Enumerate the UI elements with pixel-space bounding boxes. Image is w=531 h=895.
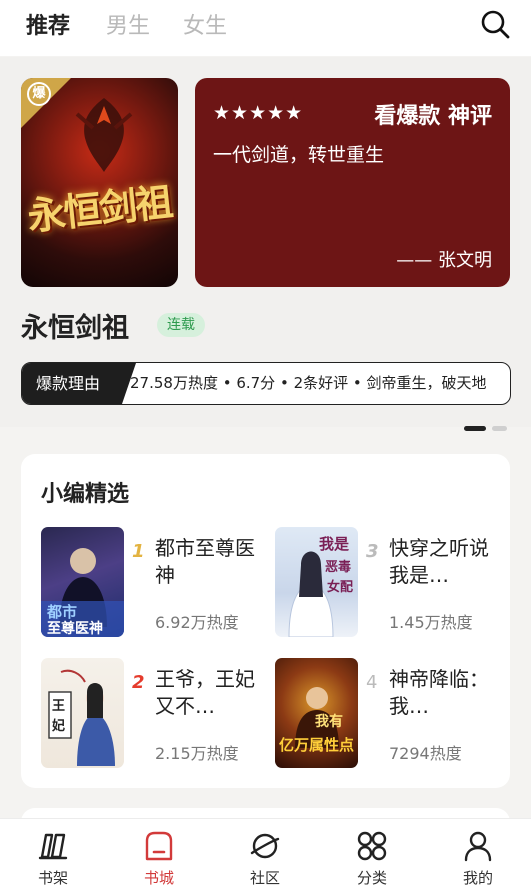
svg-text:恶毒: 恶毒 [325,559,351,575]
nav-community[interactable]: 社区 [230,829,300,888]
reason-label: 爆款理由 [22,363,136,404]
list-item[interactable]: 我有 亿万属性点 4 神帝降临：我… 7294热度 [275,658,495,770]
list-item[interactable]: 王 妃 2 王爷，王妃又不… 2.15万热度 [41,658,261,770]
pick-title: 快穿之听说我是… [389,536,489,587]
pick-heat: 7294热度 [389,744,462,763]
bottom-nav: 书架 书城 社区 分类 我的 [0,818,531,895]
nav-bookshelf[interactable]: 书架 [18,829,88,888]
pick-heat: 6.92万热度 [155,613,239,632]
reason-text: 27.58万热度 • 6.7分 • 2条好评 • 剑帝重生，破天地 [130,374,487,392]
svg-text:亿万属性点: 亿万属性点 [279,736,354,754]
tab-male[interactable]: 男生 [106,8,150,40]
hot-reason-bar[interactable]: 爆款理由 27.58万热度 • 6.7分 • 2条好评 • 剑帝重生，破天地 [21,362,511,405]
section-title: 小编精选 [41,482,130,507]
profile-icon [464,831,492,862]
svg-text:我是: 我是 [319,535,350,553]
review-author: —— 张文明 [396,250,492,271]
community-planet-icon [250,833,280,859]
tab-recommend[interactable]: 推荐 [26,8,70,40]
pick-title: 都市至尊医神 [155,536,255,587]
editor-picks-card: 小编精选 都市 至尊医神 1 都市至尊医神 6.92万热度 我是 恶毒 女配 3… [21,454,510,788]
book-cover: 我有 亿万属性点 [275,658,358,768]
review-quote: 一代剑道，转世重生 [213,144,385,166]
category-grid-icon [357,831,387,861]
rank-number: 1 [132,541,145,562]
carousel-dot [492,426,507,431]
review-card-title: 看爆款 神评 [374,104,492,129]
status-badge: 连载 [157,313,205,337]
pick-title: 神帝降临：我… [389,667,489,718]
tab-female[interactable]: 女生 [183,8,227,40]
svg-text:都市: 都市 [46,603,77,621]
pick-title: 王爷，王妃又不… [155,667,255,718]
cover-title-art: 永恒剑祖 [25,179,174,239]
book-cover: 都市 至尊医神 [41,527,124,637]
dragon-art-icon [75,98,133,172]
list-item[interactable]: 都市 至尊医神 1 都市至尊医神 6.92万热度 [41,527,261,639]
featured-book-title[interactable]: 永恒剑祖 [21,306,129,345]
search-icon[interactable] [479,8,511,40]
nav-profile[interactable]: 我的 [443,829,513,888]
bookstore-icon [145,831,173,861]
list-item[interactable]: 我是 恶毒 女配 3 快穿之听说我是… 1.45万热度 [275,527,495,639]
hot-badge: 爆 [27,82,51,106]
book-cover: 我是 恶毒 女配 [275,527,358,637]
nav-bookstore[interactable]: 书城 [124,829,194,888]
book-cover: 王 妃 [41,658,124,768]
rank-number: 4 [366,672,378,693]
carousel-dot-active [464,426,486,431]
svg-text:妃: 妃 [52,718,65,734]
nav-label: 分类 [356,869,387,887]
hot-review-card[interactable]: ★★★★★ 看爆款 神评 一代剑道，转世重生 —— 张文明 [195,78,510,287]
rank-number: 2 [132,672,145,693]
nav-label: 社区 [249,869,280,887]
rank-number: 3 [366,541,379,562]
nav-category[interactable]: 分类 [337,829,407,888]
nav-label: 书架 [37,869,68,887]
rating-stars: ★★★★★ [213,102,304,124]
svg-text:女配: 女配 [327,579,353,595]
svg-text:王: 王 [52,699,65,714]
svg-text:我有: 我有 [315,713,343,730]
featured-book-cover[interactable]: 爆 永恒剑祖 [21,78,178,287]
top-bar: 推荐 男生 女生 [0,0,531,56]
featured-section: 爆 永恒剑祖 ★★★★★ 看爆款 神评 一代剑道，转世重生 —— 张文明 永恒剑… [0,57,531,431]
nav-label: 书城 [143,869,174,887]
svg-text:至尊医神: 至尊医神 [47,620,103,637]
pick-heat: 1.45万热度 [389,613,473,632]
pick-heat: 2.15万热度 [155,744,239,763]
nav-label: 我的 [462,869,493,887]
bookshelf-icon [38,833,68,860]
